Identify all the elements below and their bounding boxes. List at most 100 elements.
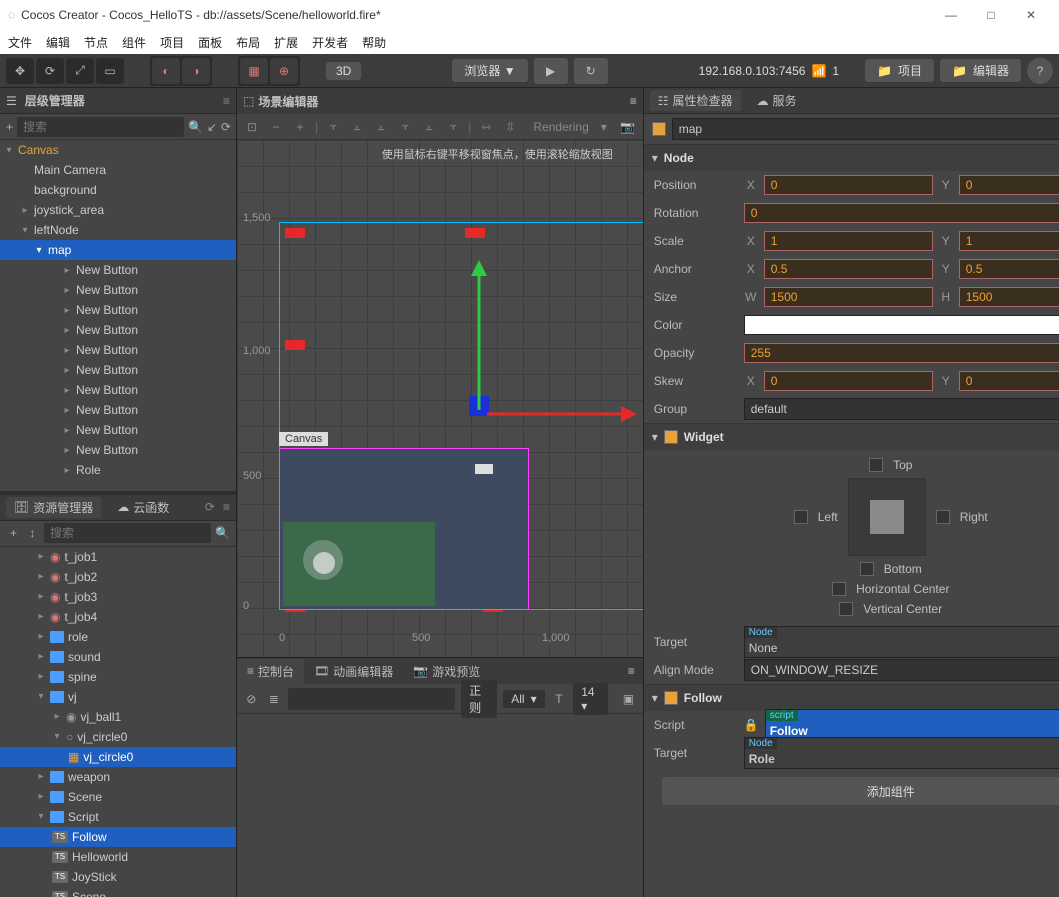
- menu-help[interactable]: 帮助: [362, 34, 386, 51]
- rotation-input[interactable]: [744, 203, 1059, 223]
- bottom-checkbox[interactable]: [860, 562, 874, 576]
- tree-item[interactable]: Main Camera: [34, 163, 106, 177]
- scene-view[interactable]: 使用鼠标右键平移视窗焦点，使用滚轮缩放视图 1,500 1,000 500 0 …: [237, 140, 643, 657]
- align-b-icon[interactable]: ⫟: [444, 119, 462, 134]
- asset-item[interactable]: ▸Scene: [0, 787, 236, 807]
- vcenter-checkbox[interactable]: [839, 602, 853, 616]
- tree-item[interactable]: New Button: [76, 303, 138, 317]
- scale-x-input[interactable]: [764, 231, 933, 251]
- tree-item[interactable]: Role: [76, 463, 101, 477]
- asset-item[interactable]: ▾vj: [0, 687, 236, 707]
- play-button[interactable]: ▶: [534, 58, 568, 84]
- panel-menu-icon[interactable]: ≡: [223, 500, 230, 514]
- camera-icon[interactable]: 📷: [619, 120, 637, 134]
- asset-search-input[interactable]: [44, 523, 211, 543]
- window-maximize[interactable]: □: [971, 1, 1011, 29]
- size-h-input[interactable]: [959, 287, 1059, 307]
- dist-v-icon[interactable]: ⇳: [501, 120, 519, 134]
- preview-dropdown[interactable]: 浏览器 ▼: [452, 59, 527, 82]
- panel-menu-icon[interactable]: ⟳: [205, 500, 215, 514]
- chevron-down-icon[interactable]: ▾: [595, 120, 613, 134]
- section-node[interactable]: ▾Node⚙: [644, 145, 1059, 171]
- world-tool-icon[interactable]: ⊕: [270, 58, 298, 84]
- group-select[interactable]: default▾: [744, 398, 1059, 420]
- asset-item[interactable]: TSScene: [0, 887, 236, 897]
- pivot-tool-icon[interactable]: ◐: [152, 58, 180, 84]
- anchor-y-input[interactable]: [959, 259, 1059, 279]
- panel-menu-icon[interactable]: ≡: [620, 664, 643, 678]
- panel-menu-icon[interactable]: ≡: [630, 94, 637, 108]
- tab-service[interactable]: ☁服务: [749, 90, 805, 111]
- color-swatch[interactable]: [744, 315, 1059, 335]
- menu-extension[interactable]: 扩展: [274, 34, 298, 51]
- anchor-x-input[interactable]: [764, 259, 933, 279]
- reload-button[interactable]: ↻: [574, 58, 608, 84]
- section-follow[interactable]: ▾Follow⚙: [644, 685, 1059, 711]
- search-icon[interactable]: 🔍: [188, 117, 203, 137]
- position-x-input[interactable]: [764, 175, 933, 195]
- asset-item[interactable]: ▸◉t_job4: [0, 607, 236, 627]
- menu-developer[interactable]: 开发者: [312, 34, 348, 51]
- widget-enable-checkbox[interactable]: [664, 430, 678, 444]
- tree-item[interactable]: New Button: [76, 403, 138, 417]
- top-checkbox[interactable]: [869, 458, 883, 472]
- asset-item[interactable]: ▸weapon: [0, 767, 236, 787]
- tab-inspector[interactable]: ☷属性检查器: [650, 90, 741, 111]
- clear-console-icon[interactable]: ⊘: [243, 689, 260, 709]
- level-select[interactable]: All▾: [503, 690, 544, 708]
- regex-toggle[interactable]: 正则: [461, 680, 497, 718]
- tab-animation[interactable]: 🎞动画编辑器: [304, 659, 403, 684]
- tree-item[interactable]: New Button: [76, 343, 138, 357]
- menu-project[interactable]: 项目: [160, 34, 184, 51]
- tree-item[interactable]: background: [34, 183, 97, 197]
- tree-item[interactable]: leftNode: [34, 223, 79, 237]
- add-node-button[interactable]: +: [6, 117, 13, 137]
- move-tool-icon[interactable]: ✥: [6, 58, 34, 84]
- asset-item[interactable]: ▸◉vj_ball1: [0, 707, 236, 727]
- popout-icon[interactable]: ▣: [620, 689, 637, 709]
- node-active-checkbox[interactable]: [652, 122, 666, 136]
- menu-node[interactable]: 节点: [84, 34, 108, 51]
- tree-root[interactable]: Canvas: [18, 143, 59, 157]
- anchor-tool-icon[interactable]: ◑: [182, 58, 210, 84]
- align-t-icon[interactable]: ⫟: [396, 119, 414, 134]
- tree-item[interactable]: New Button: [76, 443, 138, 457]
- align-m-icon[interactable]: ⫠: [420, 119, 438, 134]
- position-y-input[interactable]: [959, 175, 1059, 195]
- hierarchy-tree[interactable]: ▾Canvas Main Camera background ▸joystick…: [0, 140, 236, 491]
- menu-component[interactable]: 组件: [122, 34, 146, 51]
- right-checkbox[interactable]: [936, 510, 950, 524]
- widget-target-ref[interactable]: NodeNone: [744, 626, 1059, 658]
- refresh-icon[interactable]: ⟳: [221, 117, 231, 137]
- zoom-out-icon[interactable]: −: [267, 120, 285, 134]
- align-c-icon[interactable]: ⫠: [348, 119, 366, 134]
- asset-item[interactable]: ▾○vj_circle0: [0, 727, 236, 747]
- asset-item[interactable]: ▸◉t_job3: [0, 587, 236, 607]
- console-filter-input[interactable]: [288, 688, 455, 710]
- asset-item[interactable]: ▸sound: [0, 647, 236, 667]
- skew-y-input[interactable]: [959, 371, 1059, 391]
- align-r-icon[interactable]: ⫠: [372, 119, 390, 134]
- scale-tool-icon[interactable]: ⤢: [66, 58, 94, 84]
- opacity-input[interactable]: [744, 343, 1059, 363]
- node-name-input[interactable]: [672, 118, 1059, 140]
- follow-enable-checkbox[interactable]: [664, 691, 678, 705]
- skew-x-input[interactable]: [764, 371, 933, 391]
- scale-y-input[interactable]: [959, 231, 1059, 251]
- fontsize-stepper[interactable]: 14 ▾: [573, 683, 608, 715]
- tree-item[interactable]: New Button: [76, 383, 138, 397]
- tree-item[interactable]: New Button: [76, 323, 138, 337]
- window-close[interactable]: ✕: [1011, 1, 1051, 29]
- zoom-fit-icon[interactable]: ⊡: [243, 120, 261, 134]
- asset-item[interactable]: ▾Script: [0, 807, 236, 827]
- panel-menu-icon[interactable]: ≡: [223, 94, 230, 108]
- menu-file[interactable]: 文件: [8, 34, 32, 51]
- asset-item[interactable]: ▸◉t_job2: [0, 567, 236, 587]
- text-icon[interactable]: ≣: [266, 689, 283, 709]
- hierarchy-search-input[interactable]: [17, 117, 184, 137]
- tree-item[interactable]: New Button: [76, 423, 138, 437]
- hcenter-checkbox[interactable]: [832, 582, 846, 596]
- alignmode-select[interactable]: ON_WINDOW_RESIZE▾: [744, 659, 1059, 681]
- local-tool-icon[interactable]: ▦: [240, 58, 268, 84]
- asset-item[interactable]: ▸◉t_job1: [0, 547, 236, 567]
